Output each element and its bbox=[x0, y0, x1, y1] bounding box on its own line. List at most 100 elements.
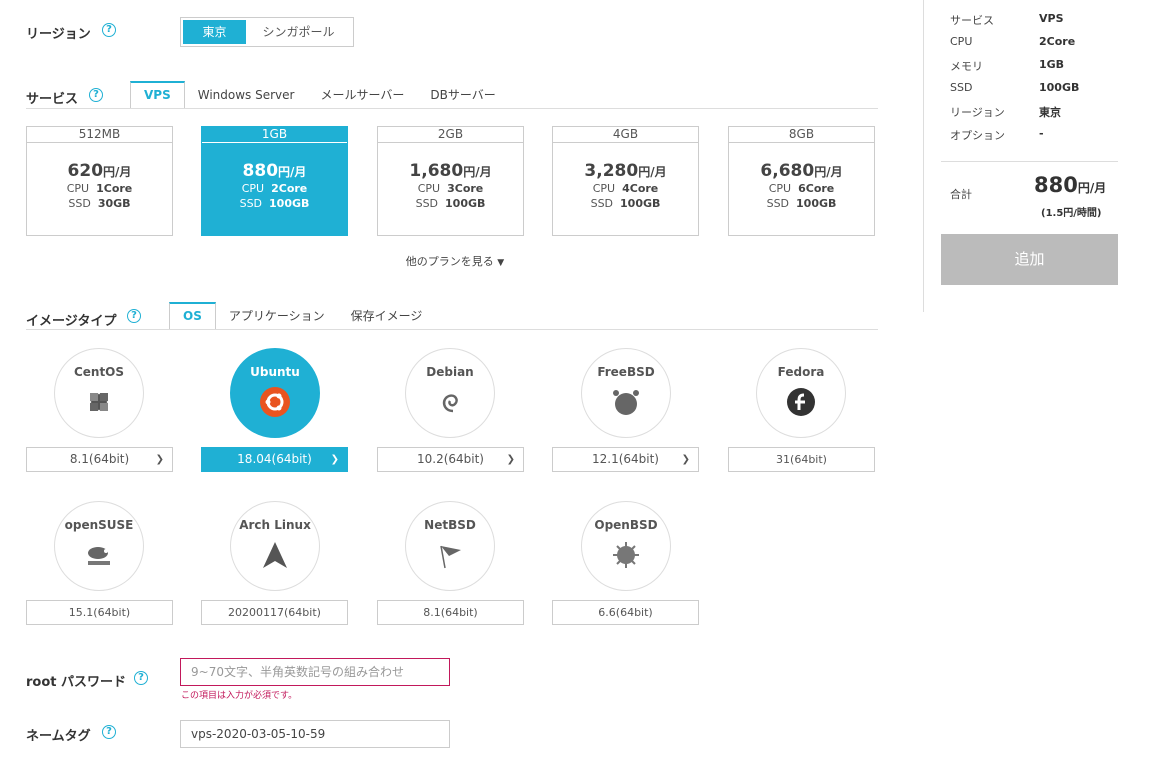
region-label: リージョン bbox=[26, 27, 91, 42]
os-name: Debian bbox=[426, 365, 474, 379]
summary-ssd-value: 100GB bbox=[1039, 81, 1080, 94]
os-version-select[interactable]: 15.1(64bit) bbox=[26, 600, 173, 625]
summary-cpu-key: CPU bbox=[950, 35, 973, 48]
plan-ssd: SSD 100GB bbox=[239, 197, 310, 210]
plan-price: 6,680円/月 bbox=[760, 161, 843, 181]
summary-region-value: 東京 bbox=[1039, 106, 1061, 119]
plan-card-8gb[interactable]: 8GB 6,680円/月 CPU 6Core SSD 100GB bbox=[728, 126, 875, 236]
root-password-error: この項目は入力が必須です。 bbox=[181, 691, 298, 701]
os-version-select[interactable]: 31(64bit) bbox=[728, 447, 875, 472]
plan-price: 3,280円/月 bbox=[584, 161, 667, 181]
os-version-select[interactable]: 8.1(64bit) ❯ bbox=[26, 447, 173, 472]
region-help-icon[interactable]: ? bbox=[102, 23, 116, 37]
tab-vps[interactable]: VPS bbox=[130, 81, 185, 109]
os-version-select[interactable]: 18.04(64bit) ❯ bbox=[201, 447, 348, 472]
os-version-select[interactable]: 20200117(64bit) bbox=[201, 600, 348, 625]
add-button[interactable]: 追加 bbox=[941, 234, 1118, 285]
os-name: CentOS bbox=[73, 365, 125, 379]
os-name: Fedora bbox=[777, 365, 825, 379]
chevron-down-icon: ❯ bbox=[155, 454, 164, 465]
plan-card-1gb[interactable]: 1GB 880円/月 CPU 2Core SSD 100GB bbox=[201, 126, 348, 236]
summary-option-value: - bbox=[1039, 127, 1044, 140]
os-option-centos[interactable]: CentOS bbox=[54, 348, 144, 438]
summary-hourly-price: (1.5円/時間) bbox=[1041, 208, 1102, 219]
os-name: NetBSD bbox=[424, 518, 476, 532]
name-tag-label: ネームタグ bbox=[26, 729, 91, 744]
tab-saved-image[interactable]: 保存イメージ bbox=[338, 302, 436, 330]
tab-windows-server[interactable]: Windows Server bbox=[185, 81, 308, 109]
tab-os[interactable]: OS bbox=[169, 302, 216, 330]
os-version-select[interactable]: 12.1(64bit) ❯ bbox=[552, 447, 699, 472]
os-option-fedora[interactable]: Fedora bbox=[756, 348, 846, 438]
os-option-opensuse[interactable]: openSUSE bbox=[54, 501, 144, 591]
region-option-tokyo[interactable]: 東京 bbox=[183, 20, 246, 44]
os-option-debian[interactable]: Debian bbox=[405, 348, 495, 438]
plan-ssd: SSD 100GB bbox=[415, 197, 486, 210]
plan-memory: 2GB bbox=[378, 127, 523, 143]
plan-price: 880円/月 bbox=[242, 161, 307, 181]
summary-region-key: リージョン bbox=[950, 106, 1005, 119]
image-tabs: OS アプリケーション 保存イメージ bbox=[169, 302, 435, 330]
root-password-input[interactable] bbox=[180, 658, 450, 686]
more-plans-link[interactable]: 他のプランを見る ▼ bbox=[380, 253, 530, 269]
os-option-freebsd[interactable]: FreeBSD bbox=[581, 348, 671, 438]
root-password-label: root パスワード bbox=[26, 675, 127, 690]
plan-cpu: CPU 4Core bbox=[592, 182, 659, 195]
summary-memory-value: 1GB bbox=[1039, 58, 1065, 71]
summary-service-value: VPS bbox=[1039, 12, 1064, 25]
plan-card-2gb[interactable]: 2GB 1,680円/月 CPU 3Core SSD 100GB bbox=[377, 126, 524, 236]
plan-memory: 1GB bbox=[202, 127, 347, 143]
plan-card-512mb[interactable]: 512MB 620円/月 CPU 1Core SSD 30GB bbox=[26, 126, 173, 236]
opensuse-icon bbox=[88, 547, 110, 565]
os-option-arch-linux[interactable]: Arch Linux bbox=[230, 501, 320, 591]
netbsd-icon bbox=[440, 545, 461, 569]
centos-icon bbox=[90, 393, 108, 411]
plan-cpu: CPU 1Core bbox=[66, 182, 133, 195]
name-tag-input[interactable] bbox=[180, 720, 450, 748]
os-option-openbsd[interactable]: OpenBSD bbox=[581, 501, 671, 591]
name-tag-help-icon[interactable]: ? bbox=[102, 725, 116, 739]
os-name: Arch Linux bbox=[239, 518, 311, 532]
plan-memory: 4GB bbox=[553, 127, 698, 143]
image-tabs-divider bbox=[26, 329, 878, 330]
openbsd-icon bbox=[613, 542, 639, 568]
chevron-down-icon: ❯ bbox=[681, 454, 690, 465]
summary-service-key: サービス bbox=[950, 14, 994, 27]
service-tabs: VPS Windows Server メールサーバー DBサーバー bbox=[130, 81, 509, 109]
service-help-icon[interactable]: ? bbox=[89, 88, 103, 102]
plan-card-4gb[interactable]: 4GB 3,280円/月 CPU 4Core SSD 100GB bbox=[552, 126, 699, 236]
plan-ssd: SSD 30GB bbox=[68, 197, 131, 210]
image-type-label: イメージタイプ bbox=[26, 314, 117, 329]
plan-price: 1,680円/月 bbox=[409, 161, 492, 181]
summary-total-label: 合計 bbox=[950, 188, 972, 201]
chevron-down-icon: ❯ bbox=[506, 454, 515, 465]
region-option-singapore[interactable]: シンガポール bbox=[246, 20, 351, 44]
os-version-select[interactable]: 8.1(64bit) bbox=[377, 600, 524, 625]
debian-icon bbox=[442, 394, 458, 413]
tab-application[interactable]: アプリケーション bbox=[216, 302, 338, 330]
sidebar-divider bbox=[923, 0, 924, 312]
plan-cpu: CPU 3Core bbox=[417, 182, 484, 195]
fedora-icon bbox=[787, 388, 815, 416]
plan-ssd: SSD 100GB bbox=[590, 197, 661, 210]
archlinux-icon bbox=[263, 542, 287, 568]
os-option-netbsd[interactable]: NetBSD bbox=[405, 501, 495, 591]
root-password-help-icon[interactable]: ? bbox=[134, 671, 148, 685]
summary-ssd-key: SSD bbox=[950, 81, 973, 94]
tab-db-server[interactable]: DBサーバー bbox=[417, 81, 508, 109]
tab-mail-server[interactable]: メールサーバー bbox=[307, 81, 417, 109]
os-version-select[interactable]: 10.2(64bit) ❯ bbox=[377, 447, 524, 472]
region-selector: 東京 シンガポール bbox=[180, 17, 354, 47]
ubuntu-icon bbox=[260, 387, 290, 417]
service-label: サービス bbox=[26, 92, 79, 107]
os-name: FreeBSD bbox=[597, 365, 655, 379]
summary-total-price: 880円/月 bbox=[1034, 173, 1107, 197]
os-name: openSUSE bbox=[64, 518, 134, 532]
os-version-select[interactable]: 6.6(64bit) bbox=[552, 600, 699, 625]
os-option-ubuntu[interactable]: Ubuntu bbox=[230, 348, 320, 438]
summary-option-key: オプション bbox=[950, 129, 1005, 142]
image-type-help-icon[interactable]: ? bbox=[127, 309, 141, 323]
summary-memory-key: メモリ bbox=[950, 60, 983, 73]
service-tabs-divider bbox=[26, 108, 878, 109]
plan-ssd: SSD 100GB bbox=[766, 197, 837, 210]
